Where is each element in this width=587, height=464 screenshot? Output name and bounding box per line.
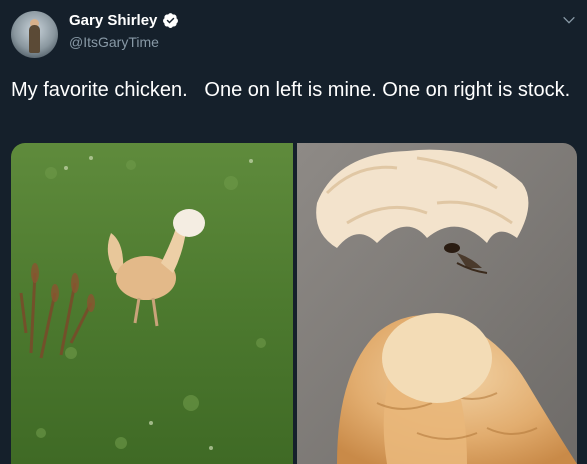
chevron-down-icon[interactable]	[561, 12, 577, 28]
tweet-text: My favorite chicken. One on left is mine…	[11, 79, 571, 101]
author-display-name[interactable]: Gary Shirley	[69, 12, 157, 29]
avatar[interactable]	[11, 11, 58, 58]
verified-badge-icon	[163, 13, 179, 28]
chicken-photo-right[interactable]	[297, 143, 577, 464]
tweet-media[interactable]	[11, 143, 577, 464]
author-name-row[interactable]: Gary Shirley	[69, 12, 179, 29]
tweet-card: Gary Shirley @ItsGaryTime My favorite ch…	[0, 0, 587, 464]
chicken-photo-left[interactable]	[11, 143, 293, 464]
avatar-body	[29, 25, 40, 53]
author-handle[interactable]: @ItsGaryTime	[69, 34, 159, 50]
